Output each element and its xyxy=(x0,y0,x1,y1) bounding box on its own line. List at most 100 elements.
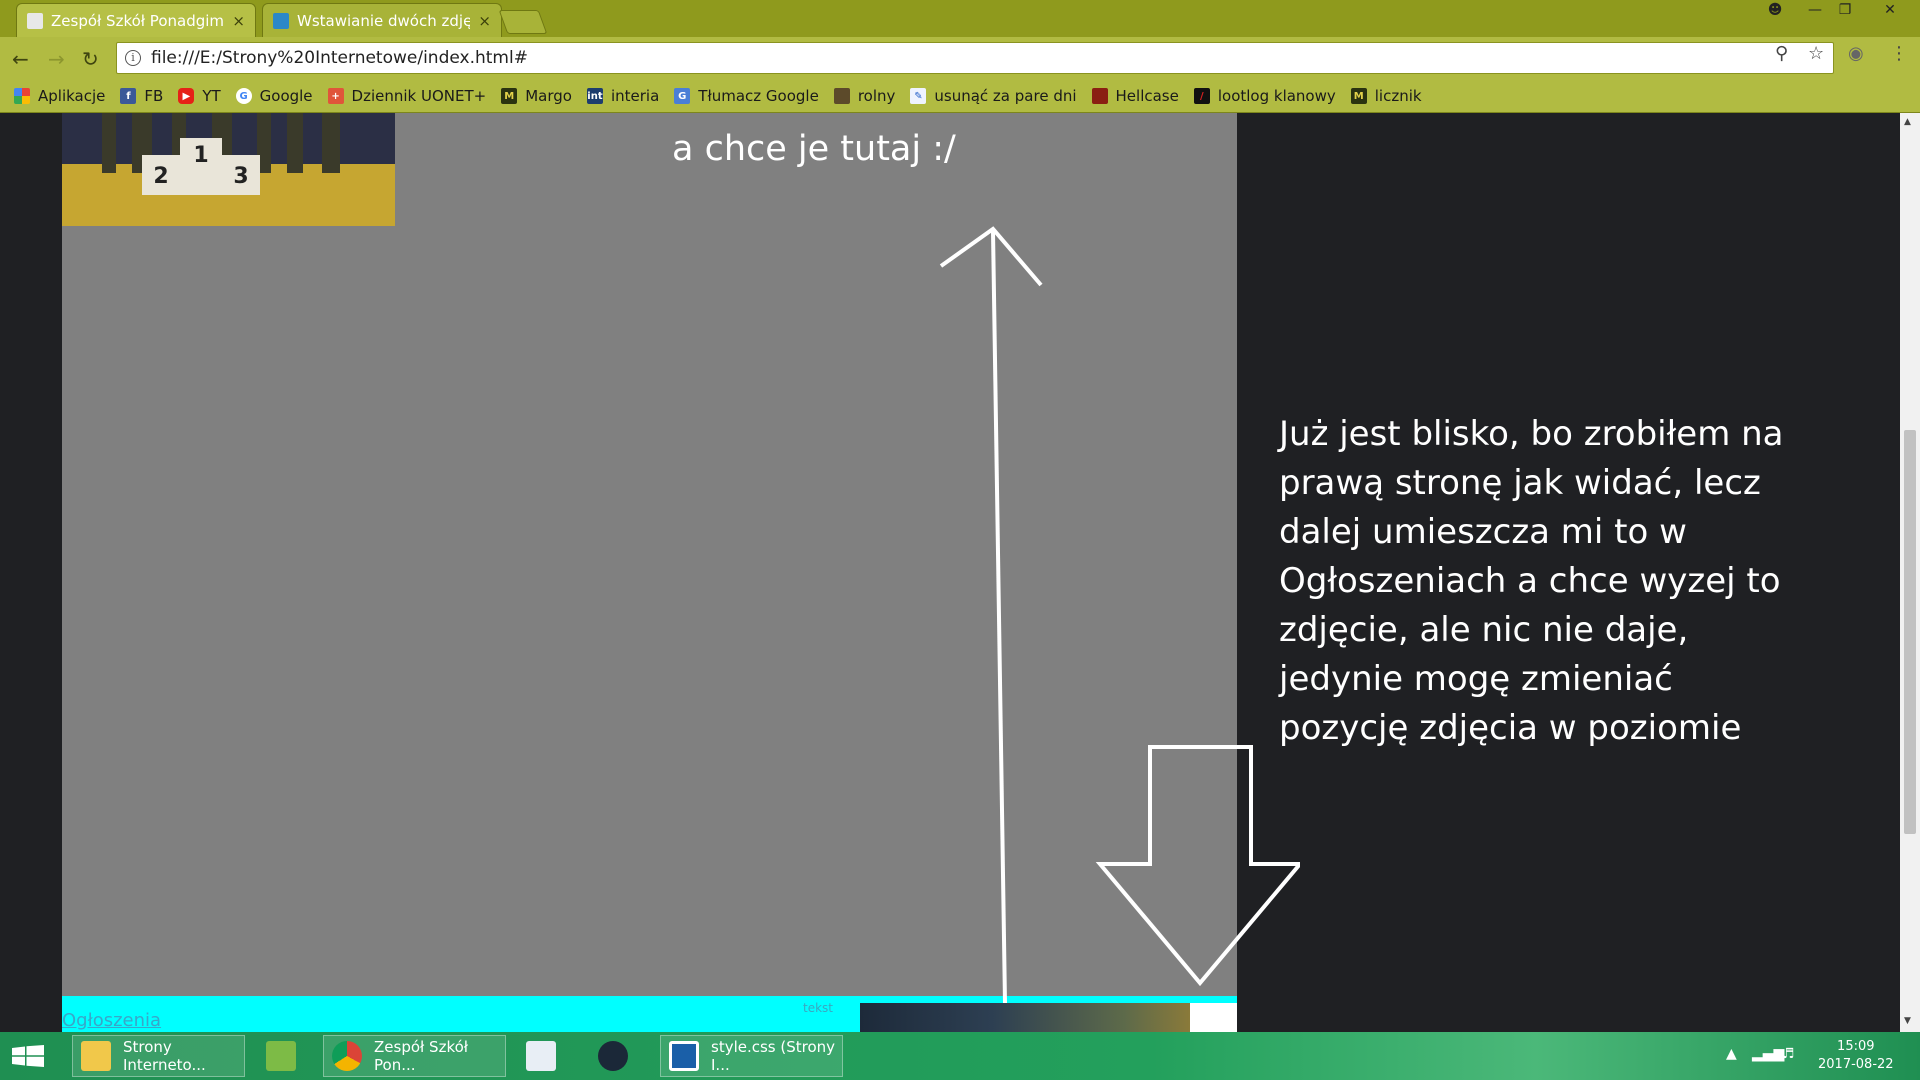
podium-first: 1 xyxy=(180,138,222,195)
bookmark-label: YT xyxy=(202,87,221,105)
address-text: file:///E:/Strony%20Internetowe/index.ht… xyxy=(151,48,528,68)
steam-icon xyxy=(598,1041,628,1071)
bookmark-label: Margo xyxy=(525,87,572,105)
new-tab-button[interactable] xyxy=(498,10,548,34)
windows-start-icon[interactable] xyxy=(12,1045,44,1067)
taskbar-notepad[interactable] xyxy=(258,1035,310,1077)
address-bar[interactable]: i file:///E:/Strony%20Internetowe/index.… xyxy=(116,42,1834,74)
bookmark-fb[interactable]: f FB xyxy=(120,87,163,105)
bookmark-rolny[interactable]: rolny xyxy=(833,87,896,105)
bookmark-hellcase[interactable]: Hellcase xyxy=(1091,87,1179,105)
podium-second: 2 xyxy=(142,155,180,195)
bookmark-margo[interactable]: M Margo xyxy=(501,87,572,105)
bookmark-label: Google xyxy=(259,87,313,105)
taskbar-label: Zespół Szkół Pon... xyxy=(374,1038,469,1074)
bookmark-label: FB xyxy=(144,87,164,105)
annotation-top: a chce je tutaj :/ xyxy=(672,129,956,169)
translate-icon: G xyxy=(674,88,691,104)
minimize-button[interactable]: — xyxy=(1800,0,1830,20)
podium-third: 3 xyxy=(222,155,260,195)
bookmark-label: Dziennik UONET+ xyxy=(351,87,487,105)
bookmark-licznik[interactable]: M licznik xyxy=(1350,87,1422,105)
facebook-icon: f xyxy=(120,88,137,104)
bookmark-interia[interactable]: int interia xyxy=(586,87,660,105)
info-icon[interactable]: i xyxy=(125,50,141,66)
bookmark-label: lootlog klanowy xyxy=(1217,87,1336,105)
menu-icon[interactable]: ⋮ xyxy=(1890,43,1908,64)
announcements-link[interactable]: Ogłoszenia xyxy=(62,1010,161,1031)
zoom-icon[interactable]: ⚲ xyxy=(1775,43,1788,64)
tab-title: Wstawianie dwóch zdjęć xyxy=(297,11,471,30)
lootlog-icon: / xyxy=(1193,88,1210,104)
scroll-thumb[interactable] xyxy=(1904,430,1916,834)
margo-icon: M xyxy=(501,88,518,104)
bookmark-star-icon[interactable]: ☆ xyxy=(1808,43,1824,64)
tray-expand-icon[interactable]: ▲ xyxy=(1726,1046,1737,1062)
back-button[interactable]: ← xyxy=(12,47,29,71)
bookmark-uonet[interactable]: + Dziennik UONET+ xyxy=(327,87,487,105)
margo-icon: M xyxy=(1350,88,1367,104)
taskbar-label: style.css (Strony I... xyxy=(711,1038,836,1074)
bookmark-label: Hellcase xyxy=(1115,87,1179,105)
bookmark-label: rolny xyxy=(857,87,896,105)
rolny-icon xyxy=(833,88,850,104)
small-text: tekst xyxy=(803,1001,833,1015)
taskbar-explorer[interactable]: Strony Interneto... xyxy=(72,1035,245,1077)
bookmark-label: usunąć za pare dni xyxy=(934,87,1077,105)
apps-grid-icon xyxy=(14,88,30,104)
taskbar-document[interactable] xyxy=(518,1035,570,1077)
volume-icon[interactable]: ♬ xyxy=(1782,1046,1795,1062)
tab-title: Zespół Szkół Ponadgimn xyxy=(51,11,225,30)
brackets-icon xyxy=(669,1041,699,1071)
windows-taskbar: Strony Interneto... Zespół Szkół Pon... … xyxy=(0,1032,1920,1080)
profile-icon[interactable]: ☻ xyxy=(1760,0,1790,20)
close-window-button[interactable]: ✕ xyxy=(1875,0,1905,20)
uonet-icon: + xyxy=(327,88,344,104)
taskbar-label: Strony Interneto... xyxy=(123,1038,206,1074)
bookmark-lootlog[interactable]: / lootlog klanowy xyxy=(1193,87,1336,105)
clock-time: 15:09 xyxy=(1837,1039,1875,1054)
festival-image xyxy=(860,1003,1190,1032)
bookmark-aplikacje[interactable]: Aplikacje xyxy=(14,87,105,105)
tab-strip: Zespół Szkół Ponadgimn × Wstawianie dwóc… xyxy=(0,0,1920,37)
close-tab-icon[interactable]: × xyxy=(232,12,245,30)
annotation-right: Już jest blisko, bo zrobiłem na prawą st… xyxy=(1279,414,1784,748)
bookmark-usunac[interactable]: ✎ usunąć za pare dni xyxy=(910,87,1077,105)
tab-zespol[interactable]: Zespół Szkół Ponadgimn × xyxy=(16,3,256,37)
close-tab-icon[interactable]: × xyxy=(478,12,491,30)
scroll-up-icon[interactable]: ▲ xyxy=(1904,117,1911,127)
page-viewport: 2 1 3 a chce je tutaj :/ Już jest blisko… xyxy=(0,113,1920,1032)
interia-icon: int xyxy=(586,88,603,104)
bookmarks-bar: Aplikacje f FB ▶ YT G Google + Dziennik … xyxy=(0,80,1920,113)
taskbar-steam[interactable] xyxy=(590,1035,642,1077)
bookmark-label: Aplikacje xyxy=(38,87,106,105)
taskbar-chrome[interactable]: Zespół Szkół Pon... xyxy=(323,1035,506,1077)
extension-icon[interactable]: ◉ xyxy=(1848,43,1864,64)
google-icon: G xyxy=(235,88,252,104)
notepad-icon xyxy=(266,1041,296,1071)
youtube-icon: ▶ xyxy=(178,88,195,104)
restore-button[interactable]: ❐ xyxy=(1830,0,1860,20)
tab-wstawianie[interactable]: Wstawianie dwóch zdjęć × xyxy=(262,3,502,37)
page-scrollbar[interactable]: ▲ ▼ xyxy=(1900,113,1920,1032)
image-edge xyxy=(1190,1003,1237,1032)
bookmark-tlumacz[interactable]: G Tłumacz Google xyxy=(674,87,819,105)
podium-photo: 2 1 3 xyxy=(62,113,395,226)
document-icon xyxy=(526,1041,556,1071)
reload-button[interactable]: ↻ xyxy=(82,47,99,71)
hellcase-icon xyxy=(1091,88,1108,104)
scroll-down-icon[interactable]: ▼ xyxy=(1904,1016,1911,1026)
bookmark-google[interactable]: G Google xyxy=(235,87,313,105)
taskbar-brackets[interactable]: style.css (Strony I... xyxy=(660,1035,843,1077)
bookmark-label: licznik xyxy=(1374,87,1422,105)
bookmark-label: interia xyxy=(610,87,660,105)
forum-icon xyxy=(273,12,289,29)
bookmark-yt[interactable]: ▶ YT xyxy=(178,87,221,105)
forward-button[interactable]: → xyxy=(48,47,65,71)
bookmark-label: Tłumacz Google xyxy=(698,87,819,105)
browser-toolbar: ← → ↻ i file:///E:/Strony%20Internetowe/… xyxy=(0,37,1920,80)
system-clock[interactable]: 15:09 2017-08-22 xyxy=(1818,1038,1894,1074)
main-content-area xyxy=(62,113,1237,996)
network-icon[interactable]: ▂▄▆ xyxy=(1752,1046,1784,1062)
page-icon xyxy=(27,12,43,29)
